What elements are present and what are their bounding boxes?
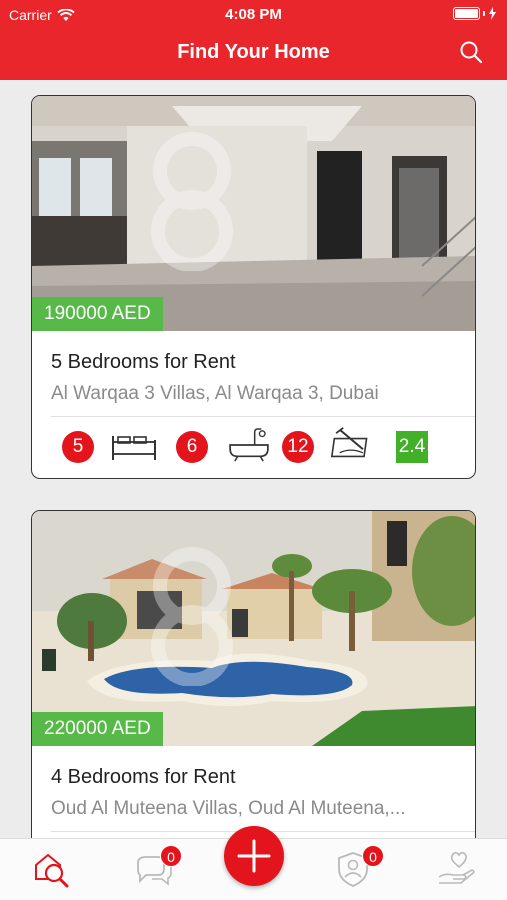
listing-title[interactable]: 5 Bedrooms for Rent: [51, 351, 236, 374]
bathtub-icon: [229, 428, 269, 462]
listing-card[interactable]: 190000 AED 5 Bedrooms for Rent Al Warqaa…: [31, 95, 476, 479]
floor-plan-icon: [330, 427, 368, 458]
listing-title[interactable]: 4 Bedrooms for Rent: [51, 766, 236, 789]
status-time: 4:08 PM: [225, 6, 282, 23]
bedroom-count-badge: 5: [62, 431, 94, 463]
listing-photo[interactable]: 220000 AED: [32, 511, 475, 746]
charging-icon: [489, 7, 496, 20]
tab-search-listings[interactable]: [30, 849, 74, 889]
price-tag: 220000 AED: [32, 712, 163, 746]
listing-features: 5 6 12 2.4: [32, 422, 475, 472]
profile-badge: 0: [362, 845, 384, 867]
search-icon: [460, 41, 483, 64]
tab-messages[interactable]: 0: [132, 845, 182, 889]
watermark-logo: [132, 546, 432, 687]
area-badge: 2.4: [396, 431, 428, 463]
listing-address: Al Warqaa 3 Villas, Al Warqaa 3, Dubai: [51, 383, 379, 404]
status-bar: Carrier 4:08 PM: [0, 0, 507, 30]
add-listing-button[interactable]: [224, 826, 284, 886]
listing-photo[interactable]: 190000 AED: [32, 96, 475, 331]
bed-icon: [112, 436, 156, 460]
hand-heart-icon: [438, 851, 475, 884]
bathroom-count-badge: 6: [176, 431, 208, 463]
house-search-icon: [35, 853, 69, 888]
search-button[interactable]: [457, 38, 485, 66]
messages-badge: 0: [160, 845, 182, 867]
listing-address: Oud Al Muteena Villas, Oud Al Muteena,..…: [51, 798, 406, 819]
battery-icon: [453, 7, 497, 20]
listing-card[interactable]: 220000 AED 4 Bedrooms for Rent Oud Al Mu…: [31, 510, 476, 870]
tab-favorites[interactable]: [435, 849, 479, 889]
tab-profile[interactable]: 0: [333, 845, 384, 889]
app-header: Carrier 4:08 PM Find Your Home: [0, 0, 507, 80]
plus-icon: [237, 839, 271, 873]
price-tag: 190000 AED: [32, 297, 163, 331]
watermark-logo: [132, 131, 432, 272]
page-title: Find Your Home: [177, 41, 330, 63]
value-count-badge: 12: [282, 431, 314, 463]
card-divider: [51, 416, 475, 417]
